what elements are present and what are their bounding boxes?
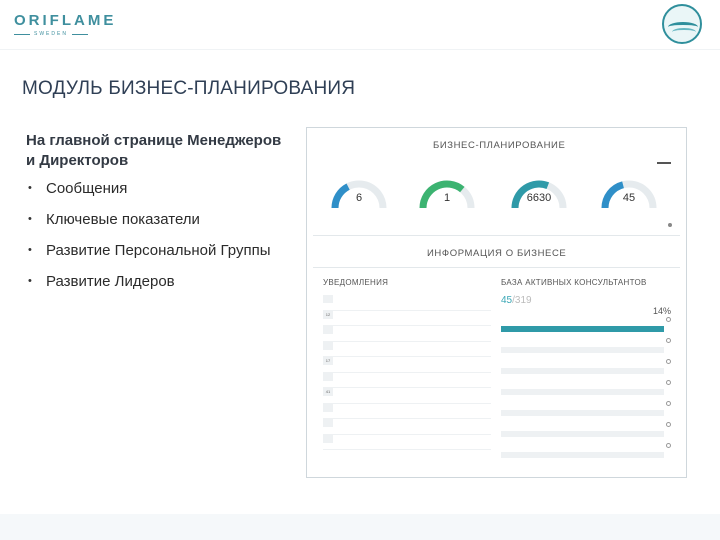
bullet-icon: • bbox=[28, 182, 32, 194]
gauge-value: 1 bbox=[443, 192, 451, 204]
active-count: 45 bbox=[501, 295, 513, 306]
feature-list: • Сообщения • Ключевые показатели • Развити… bbox=[28, 180, 271, 304]
gauge-value: 45 bbox=[622, 192, 636, 204]
notifications-section: УВЕДОМЛЕНИЯ 12 17 41 bbox=[323, 278, 491, 450]
page-title: МОДУЛЬ БИЗНЕС-ПЛАНИРОВАНИЯ bbox=[22, 78, 356, 99]
list-item-text: Сообщения bbox=[46, 180, 128, 197]
progress-track bbox=[501, 452, 664, 458]
progress-track bbox=[501, 326, 664, 332]
active-base-summary: 45/319 14% bbox=[501, 295, 671, 317]
active-base-title: БАЗА АКТИВНЫХ КОНСУЛЬТАНТОВ bbox=[501, 278, 647, 287]
info-icon[interactable] bbox=[666, 338, 671, 343]
list-item[interactable] bbox=[323, 419, 491, 435]
legend-top bbox=[657, 162, 674, 164]
legend-line bbox=[657, 162, 671, 164]
progress-row bbox=[501, 443, 671, 464]
notification-count-badge bbox=[323, 372, 333, 381]
list-item[interactable] bbox=[323, 295, 491, 311]
progress-row bbox=[501, 317, 671, 338]
list-item[interactable]: 41 bbox=[323, 388, 491, 404]
notification-count-badge: 17 bbox=[323, 357, 333, 365]
brand-line bbox=[71, 33, 88, 35]
gauge-value: 6 bbox=[355, 192, 363, 204]
info-icon[interactable] bbox=[666, 422, 671, 427]
conference-logo bbox=[654, 4, 710, 66]
business-planning-title: БИЗНЕС-ПЛАНИРОВАНИЕ bbox=[433, 140, 566, 151]
gauges-row: 6 1 6630 45 bbox=[321, 172, 665, 222]
notification-count-badge: 41 bbox=[323, 388, 333, 396]
progress-row bbox=[501, 359, 671, 380]
dashboard-screenshot: БИЗНЕС-ПЛАНИРОВАНИЕ 6 1 6630 45 ИНФОРМАЦ… bbox=[306, 127, 687, 478]
divider bbox=[313, 267, 680, 268]
list-item[interactable]: 17 bbox=[323, 357, 491, 373]
wave-icon bbox=[662, 4, 702, 44]
notification-count-badge: 12 bbox=[323, 310, 333, 319]
divider bbox=[313, 235, 680, 236]
list-item[interactable] bbox=[323, 372, 491, 388]
list-item[interactable] bbox=[323, 326, 491, 342]
bullet-icon: • bbox=[28, 213, 32, 225]
info-icon[interactable] bbox=[666, 317, 671, 322]
info-icon[interactable] bbox=[666, 401, 671, 406]
brand-subtext: SWEDEN bbox=[34, 31, 68, 37]
progress-row bbox=[501, 380, 671, 401]
progress-row bbox=[501, 422, 671, 443]
bullet-icon: • bbox=[28, 275, 32, 287]
progress-track bbox=[501, 431, 664, 437]
list-item: • Сообщения bbox=[28, 180, 271, 211]
notification-count-badge bbox=[323, 434, 333, 443]
progress-track bbox=[501, 410, 664, 416]
footer-band bbox=[0, 514, 720, 540]
subheading: На главной странице Менеджеров и Директо… bbox=[26, 132, 282, 169]
info-icon[interactable] bbox=[666, 443, 671, 448]
notification-count-badge bbox=[323, 341, 333, 350]
oriflame-logo: ORIFLAME SWEDEN bbox=[14, 12, 116, 37]
info-icon[interactable] bbox=[666, 359, 671, 364]
gauge[interactable]: 1 bbox=[415, 172, 479, 212]
total-count: /319 bbox=[512, 295, 532, 306]
info-icon[interactable] bbox=[666, 380, 671, 385]
active-base-count: 45/319 bbox=[501, 295, 671, 306]
brand-sub: SWEDEN bbox=[14, 31, 116, 37]
notification-count-badge bbox=[323, 295, 333, 303]
list-item[interactable] bbox=[323, 403, 491, 419]
progress-fill bbox=[501, 326, 664, 332]
progress-track bbox=[501, 347, 664, 353]
list-item[interactable]: 12 bbox=[323, 310, 491, 326]
notification-count-badge bbox=[323, 419, 333, 427]
gauge[interactable]: 45 bbox=[597, 172, 661, 212]
wave-stroke bbox=[672, 28, 696, 36]
header-band: ORIFLAME SWEDEN bbox=[0, 0, 720, 50]
bullet-icon: • bbox=[28, 244, 32, 256]
gauge-value: 6630 bbox=[526, 192, 552, 204]
list-item-text: Развитие Лидеров bbox=[46, 273, 175, 290]
progress-row bbox=[501, 401, 671, 422]
legend-dot bbox=[668, 223, 672, 227]
progress-track bbox=[501, 368, 664, 374]
notification-count-badge bbox=[323, 403, 333, 412]
notification-count-badge bbox=[323, 326, 333, 334]
list-item-text: Ключевые показатели bbox=[46, 211, 200, 228]
gauge[interactable]: 6 bbox=[327, 172, 391, 212]
business-info-title: ИНФОРМАЦИЯ О БИЗНЕСЕ bbox=[427, 248, 567, 259]
progress-row bbox=[501, 338, 671, 359]
notifications-title: УВЕДОМЛЕНИЯ bbox=[323, 278, 389, 287]
list-item: • Развитие Персональной Группы bbox=[28, 242, 271, 273]
gauge[interactable]: 6630 bbox=[507, 172, 571, 212]
brand-name: ORIFLAME bbox=[14, 12, 117, 29]
legend-bottom bbox=[668, 223, 674, 227]
active-percent: 14% bbox=[652, 306, 671, 316]
brand-line bbox=[14, 33, 30, 35]
notifications-list: 12 17 41 bbox=[323, 295, 491, 450]
progress-track bbox=[501, 389, 664, 395]
list-item[interactable] bbox=[323, 434, 491, 450]
list-item-text: Развитие Персональной Группы bbox=[46, 242, 271, 259]
list-item[interactable] bbox=[323, 341, 491, 357]
progress-bars bbox=[501, 317, 671, 464]
active-base-section: БАЗА АКТИВНЫХ КОНСУЛЬТАНТОВ 45/319 14% bbox=[501, 278, 671, 464]
list-item: • Развитие Лидеров bbox=[28, 273, 271, 304]
list-item: • Ключевые показатели bbox=[28, 211, 271, 242]
